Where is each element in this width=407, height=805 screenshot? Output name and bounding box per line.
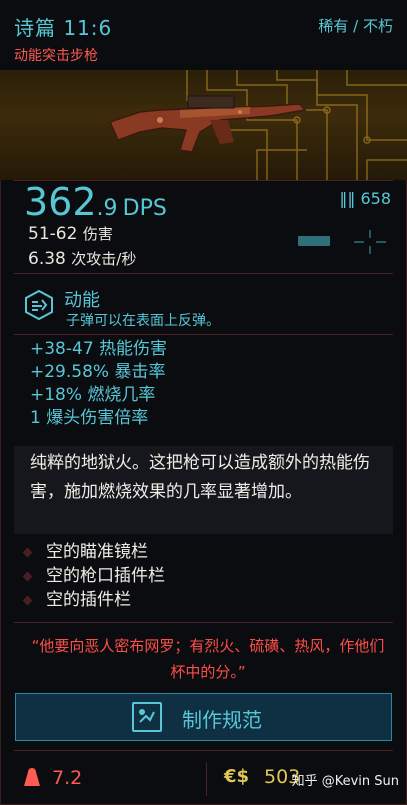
modifier-label: 燃烧几率 <box>87 385 156 405</box>
modifier-value: +38-47 <box>30 339 94 359</box>
dps-value-dec: .9 <box>96 196 118 221</box>
crosshair-icon <box>354 230 386 254</box>
item-header: 诗篇 11:6 稀有 / 不朽 动能突击步枪 <box>0 0 407 70</box>
attack-speed-stat: 6.38 次攻击/秒 <box>28 248 136 269</box>
mod-slot-list: 空的瞄准镜栏 空的枪口插件栏 空的插件栏 <box>20 540 165 612</box>
dps-value-int: 362 <box>24 180 97 224</box>
modifier-item: +18% 燃烧几率 <box>30 384 167 407</box>
watermark: 知乎 @Kevin Sun <box>291 774 399 789</box>
dps-readout: 362.9 DPS <box>24 180 167 224</box>
ammo-value: 658 <box>360 189 391 208</box>
modifier-label: 热能伤害 <box>99 339 168 359</box>
attack-speed-label: 次攻击/秒 <box>71 250 137 268</box>
flavor-quote: “他要向恶人密布网罗；有烈火、硫磺、热风，作他们杯中的分。” <box>31 637 385 681</box>
scope-icon <box>298 236 330 246</box>
weapon-type: 动能突击步枪 <box>14 48 98 64</box>
damage-label: 伤害 <box>82 225 113 243</box>
slot-bullet-icon <box>22 547 33 558</box>
ammo-count: ‖‖ 658 <box>339 189 391 208</box>
slot-bullet-icon <box>22 595 33 606</box>
weapon-preview <box>0 70 407 180</box>
divider <box>14 622 393 623</box>
item-footer: 7.2 €$ 503 知乎 @Kevin Sun <box>0 752 407 805</box>
item-title: 诗篇 11:6 <box>14 16 113 40</box>
modifier-item: 1 爆头伤害倍率 <box>30 407 167 430</box>
slot-label: 空的插件栏 <box>46 590 131 610</box>
modifier-value: +29.58% <box>30 362 110 382</box>
modifier-label: 爆头伤害倍率 <box>46 408 149 428</box>
divider <box>14 750 393 751</box>
mod-slot[interactable]: 空的瞄准镜栏 <box>20 540 165 564</box>
ability-name: 动能 <box>64 290 100 311</box>
slot-bullet-icon <box>22 571 33 582</box>
item-weight: 7.2 <box>52 767 83 789</box>
modifier-item: +38-47 热能伤害 <box>30 338 167 361</box>
mod-slot[interactable]: 空的枪口插件栏 <box>20 564 165 588</box>
weight-icon <box>24 768 40 786</box>
modifier-item: +29.58% 暴击率 <box>30 361 167 384</box>
slot-label: 空的瞄准镜栏 <box>46 542 148 562</box>
modifier-value: 1 <box>30 408 41 428</box>
modifier-value: +18% <box>30 385 83 405</box>
mod-slot[interactable]: 空的插件栏 <box>20 588 165 612</box>
attack-speed-value: 6.38 <box>28 249 66 269</box>
modifier-list: +38-47 热能伤害 +29.58% 暴击率 +18% 燃烧几率 1 爆头伤害… <box>30 338 167 430</box>
ammo-icon: ‖‖ <box>339 189 356 208</box>
footer-divider <box>206 762 207 796</box>
craft-spec-button[interactable]: 制作规范 <box>15 693 392 741</box>
assault-rifle-image <box>108 95 307 153</box>
item-rarity: 稀有 / 不朽 <box>318 17 393 35</box>
currency-icon: €$ <box>224 766 250 787</box>
craft-spec-label: 制作规范 <box>182 708 262 732</box>
damage-value: 51-62 <box>28 224 78 244</box>
craft-icon <box>132 702 162 732</box>
kinetic-ability-icon <box>25 290 53 320</box>
ability-description: 子弹可以在表面上反弹。 <box>66 313 220 329</box>
item-description: 纯粹的地狱火。这把枪可以造成额外的热能伤害，施加燃烧效果的几率显著增加。 <box>30 453 370 502</box>
slot-label: 空的枪口插件栏 <box>46 566 165 586</box>
divider <box>14 334 393 335</box>
divider <box>14 273 393 274</box>
modifier-label: 暴击率 <box>114 362 166 382</box>
dps-unit: DPS <box>122 196 167 221</box>
damage-stat: 51-62 伤害 <box>28 223 113 244</box>
